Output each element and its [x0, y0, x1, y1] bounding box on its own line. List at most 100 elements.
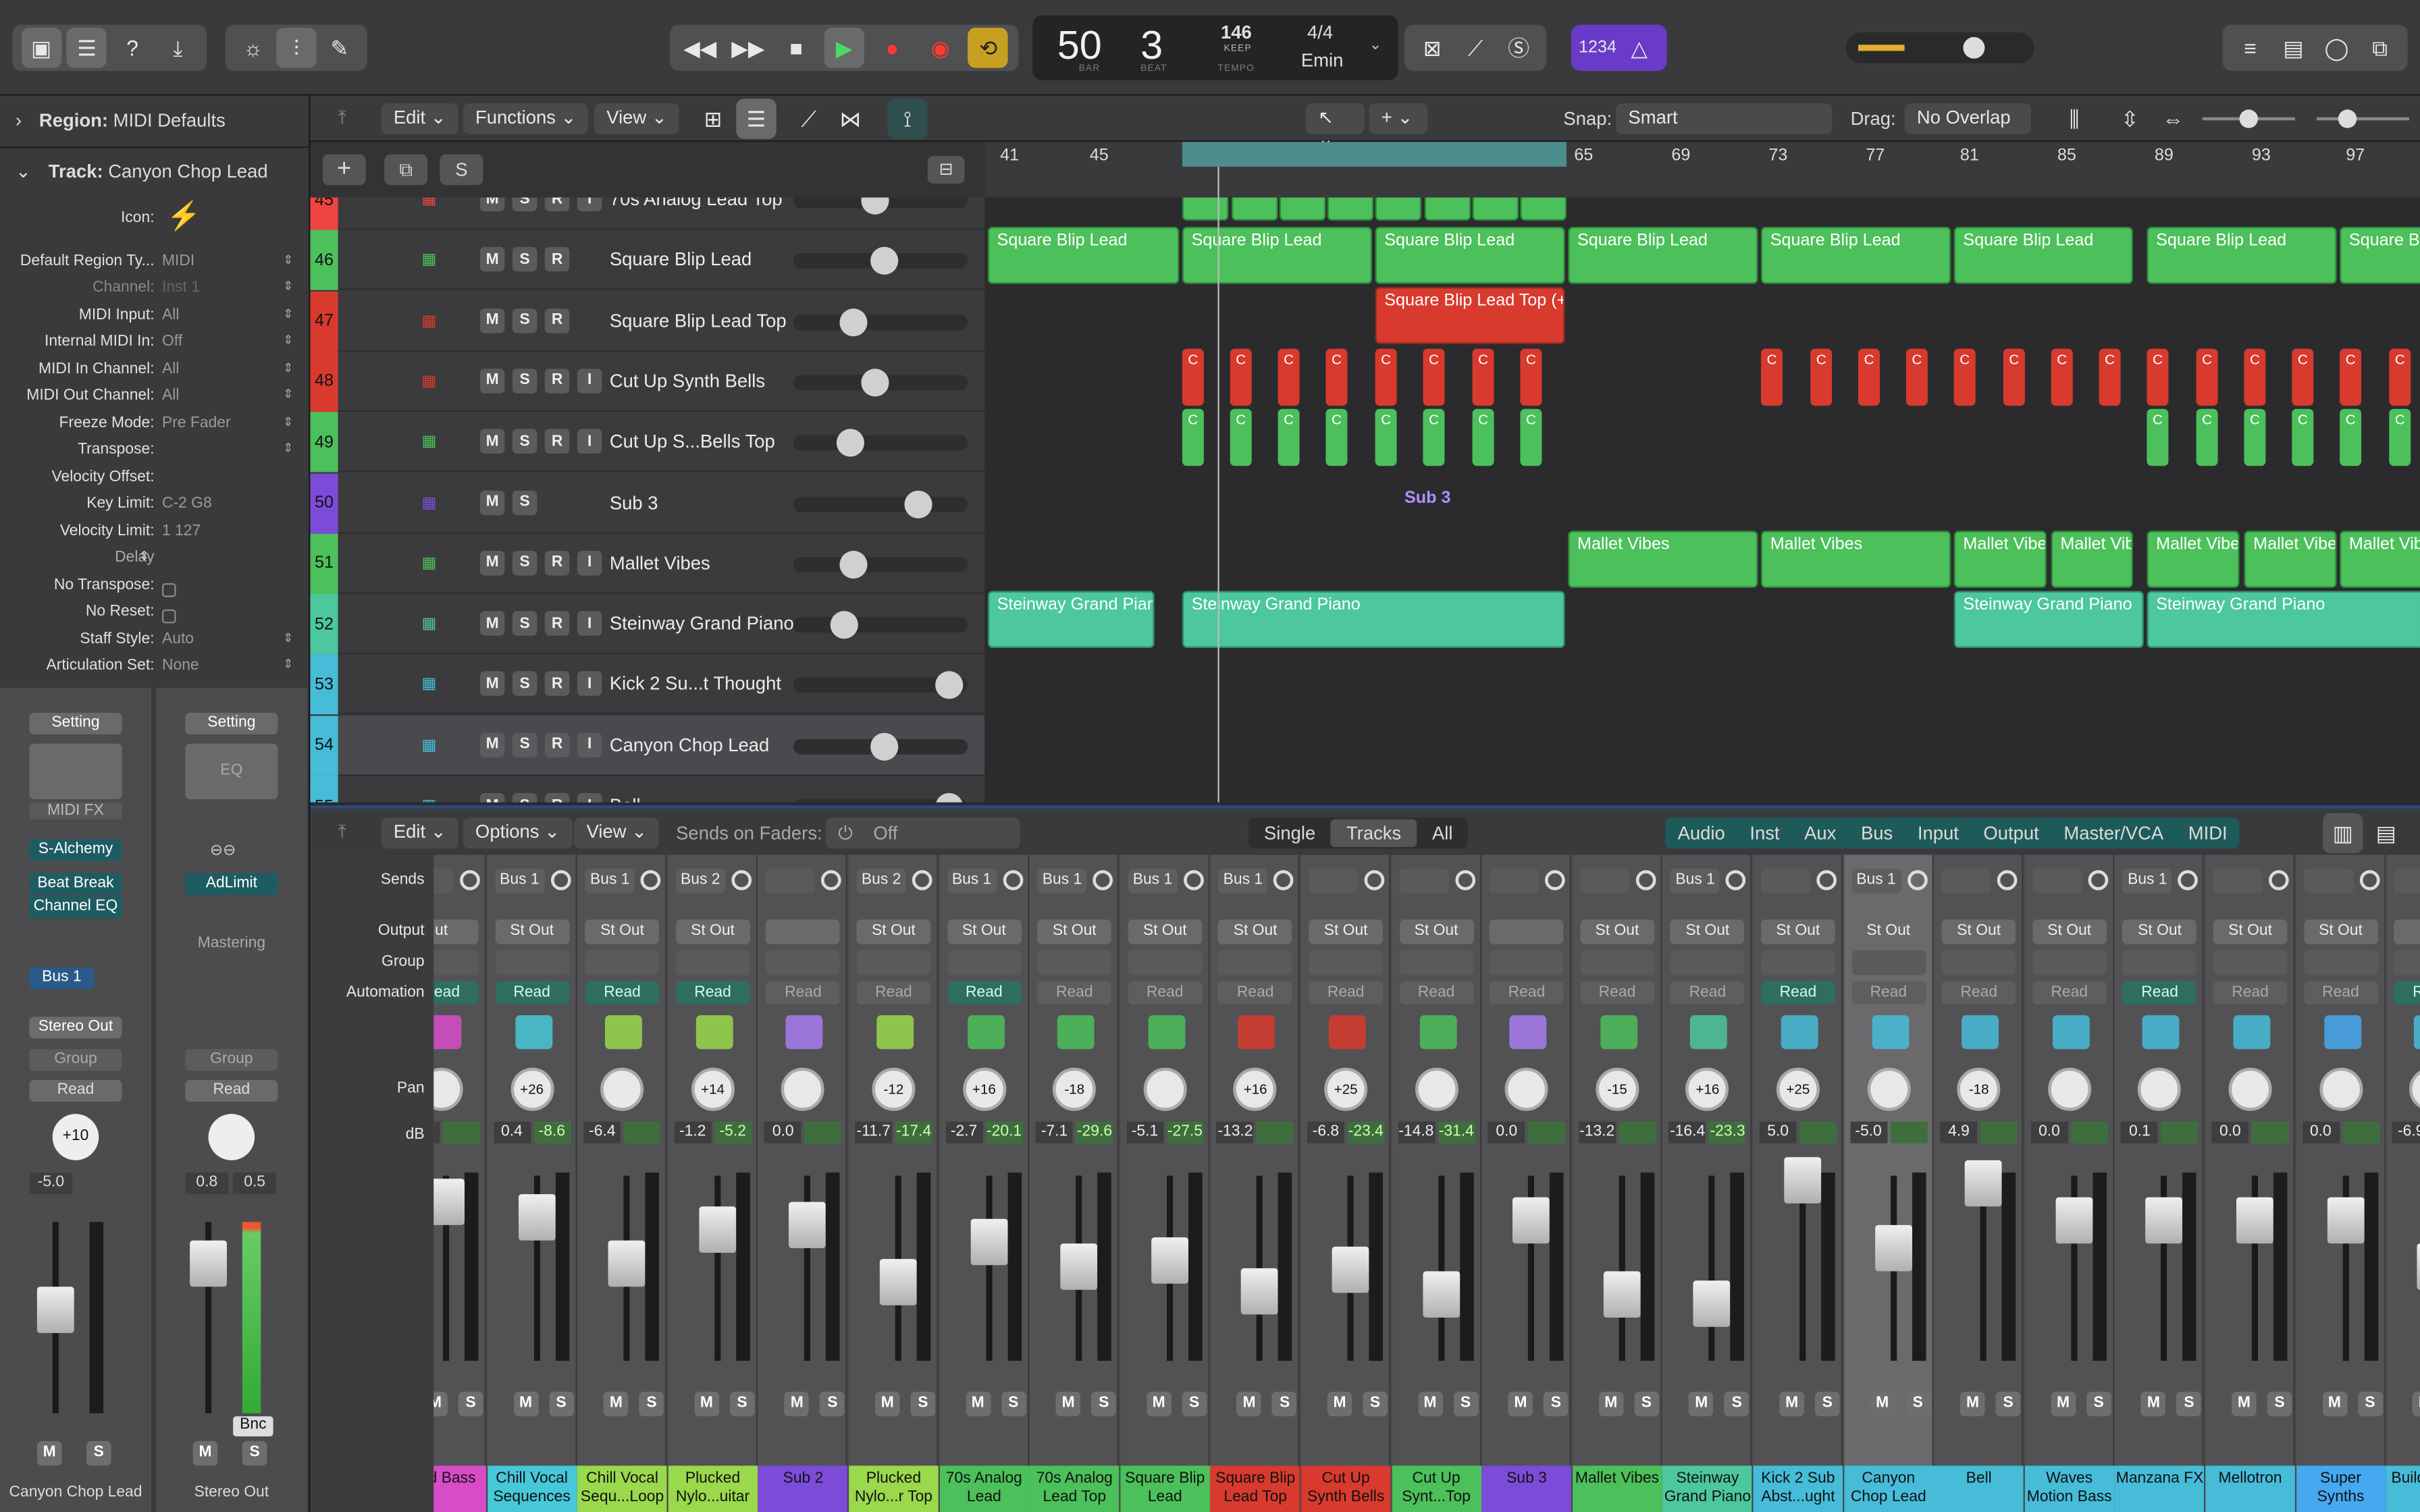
grid-view-icon[interactable]: ⊞	[693, 99, 733, 138]
mute-button[interactable]: M	[2232, 1391, 2257, 1417]
mixer-icon[interactable]: ⫶	[276, 28, 317, 68]
track-name[interactable]: Square Blip Lead	[610, 249, 752, 271]
track-row[interactable]: 45 ▦ M S R I 70s Analog Lead Top	[310, 197, 985, 230]
note-region[interactable]: C	[2340, 348, 2362, 406]
channel-row[interactable]: Channel: Inst 1 ⇕	[0, 279, 309, 306]
mute-button[interactable]: M	[1689, 1391, 1714, 1417]
send-slot[interactable]: Bus 1	[1037, 868, 1087, 894]
mute-button[interactable]: M	[479, 672, 505, 697]
solo-button[interactable]: S	[1453, 1391, 1478, 1417]
track-volume-slider[interactable]	[793, 429, 968, 457]
mute-button[interactable]: M	[479, 611, 505, 636]
midi-region[interactable]: Square Blip Lead	[1953, 226, 2133, 284]
volume-fader[interactable]	[2417, 1243, 2420, 1290]
pan-knob[interactable]: -18	[1053, 1067, 1097, 1111]
track-row[interactable]: 50 ▦ M S Sub 3	[310, 473, 985, 533]
send-slot[interactable]	[1941, 868, 1991, 894]
output-slot[interactable]: St Out	[2303, 919, 2378, 944]
instrument-icon[interactable]	[1781, 1015, 1818, 1050]
volume-knob[interactable]	[861, 369, 889, 397]
wide-strips-icon[interactable]: ▤	[2366, 813, 2406, 853]
instrument-icon[interactable]	[2233, 1015, 2271, 1050]
loop-browser-icon[interactable]: ◯	[2317, 28, 2357, 68]
instrument-icon[interactable]	[786, 1015, 824, 1050]
articulation-set-row[interactable]: Articulation Set: None ⇕	[0, 657, 309, 684]
group-slot[interactable]	[1218, 950, 1293, 975]
instrument-icon[interactable]: ▦	[406, 484, 452, 522]
volume-knob[interactable]	[935, 792, 964, 803]
midi-region[interactable]	[1327, 197, 1374, 221]
pan-knob[interactable]: +16	[1234, 1067, 1278, 1111]
track-row[interactable]: 48 ▦ M S R I Cut Up Synth Bells	[310, 351, 985, 412]
send-level-knob[interactable]	[1093, 870, 1113, 890]
instrument-icon[interactable]	[1328, 1015, 1366, 1050]
track-row[interactable]: 54 ▦ M S R I Canyon Chop Lead	[310, 715, 985, 776]
solo-button[interactable]: S	[2176, 1391, 2202, 1417]
solo-button[interactable]: S	[639, 1391, 664, 1417]
note-region[interactable]: C	[2051, 348, 2073, 406]
instrument-icon[interactable]	[1962, 1015, 1999, 1050]
note-region[interactable]: C	[2196, 408, 2218, 466]
automation-read[interactable]: Read	[1037, 981, 1112, 1004]
duplicate-track-icon[interactable]: ⧉	[384, 154, 428, 186]
mute-button[interactable]: M	[479, 732, 505, 757]
output-slot[interactable]: St Out	[585, 919, 660, 944]
input-monitor-button[interactable]: I	[577, 672, 602, 697]
plugin-slot[interactable]: Channel EQ	[29, 896, 122, 918]
send-slot[interactable]: Bus 1	[1218, 868, 1268, 894]
notepad-icon[interactable]: ▤	[2273, 28, 2313, 68]
midi-region[interactable]	[1231, 197, 1278, 221]
instrument-icon[interactable]	[695, 1015, 733, 1050]
note-region[interactable]: C	[1423, 408, 1445, 466]
count-in-button[interactable]: 1234	[1579, 28, 1616, 68]
mode-tracks[interactable]: Tracks	[1331, 819, 1417, 847]
send-level-knob[interactable]	[731, 870, 752, 890]
mute-button[interactable]: M	[479, 550, 505, 576]
view-menu[interactable]: View ⌄	[594, 103, 680, 134]
solo-button[interactable]: S	[1272, 1391, 1297, 1417]
output-slot[interactable]: St Out	[1760, 919, 1835, 944]
track-name[interactable]: 70s Analog Lead Top	[610, 198, 783, 210]
group-slot[interactable]	[1490, 950, 1564, 975]
volume-fader[interactable]	[1512, 1197, 1550, 1244]
group-slot[interactable]	[433, 950, 479, 975]
track-icon[interactable]: ⚡	[167, 200, 207, 240]
track-alternatives-icon[interactable]: ⊟	[927, 155, 965, 184]
plugin-slot[interactable]: Beat Break	[29, 873, 122, 895]
play-icon[interactable]: ▶	[824, 28, 864, 68]
midi-region[interactable]	[1279, 197, 1326, 221]
automation-read[interactable]: Read	[585, 981, 660, 1004]
solo-button[interactable]: S	[1634, 1391, 1659, 1417]
solo-button[interactable]: S	[512, 489, 537, 515]
midi-region[interactable]: Mallet Vibes	[2147, 531, 2240, 588]
midi-region[interactable]: Square Blip Lead	[1375, 226, 1565, 284]
send-slot[interactable]	[2303, 868, 2353, 894]
automation-read[interactable]: Read	[185, 1079, 278, 1102]
pan-knob[interactable]	[1866, 1067, 1910, 1111]
midi-region[interactable]: Mallet Vibes	[1568, 531, 1758, 588]
pointer-tool-menu[interactable]: ↖ ⌄	[1305, 103, 1365, 150]
midi-region[interactable]: Steinway Grand Piano	[2147, 591, 2420, 648]
instrument-icon[interactable]: ▦	[406, 787, 452, 803]
mute-button[interactable]: M	[513, 1391, 538, 1417]
volume-fader[interactable]	[1060, 1243, 1098, 1290]
mute-button[interactable]: M	[1508, 1391, 1533, 1417]
filter-output[interactable]: Output	[1971, 819, 2051, 847]
track-volume-slider[interactable]	[793, 489, 968, 518]
midi-region[interactable]: Square Blip Lead	[2147, 226, 2337, 284]
send-slot[interactable]	[1399, 868, 1449, 894]
send-slot[interactable]: Bus 1	[494, 868, 544, 894]
midi-region[interactable]: Mallet Vibes	[1760, 531, 1951, 588]
cycle-icon[interactable]: ⟲	[968, 28, 1009, 68]
solo-button[interactable]: S	[1182, 1391, 1207, 1417]
mute-button[interactable]: M	[1055, 1391, 1081, 1417]
send-level-knob[interactable]	[1545, 870, 1566, 890]
record-enable-button[interactable]: R	[544, 611, 570, 636]
track-name[interactable]: Sub 3	[610, 491, 658, 513]
send-slot[interactable]: Bus 1	[2122, 868, 2172, 894]
solo-button[interactable]: S	[242, 1440, 267, 1466]
group-slot[interactable]	[2032, 950, 2107, 975]
note-region[interactable]: C	[1375, 408, 1397, 466]
volume-fader[interactable]	[970, 1218, 1007, 1266]
default-region-row[interactable]: Default Region Ty... MIDI ⇕	[0, 253, 309, 279]
